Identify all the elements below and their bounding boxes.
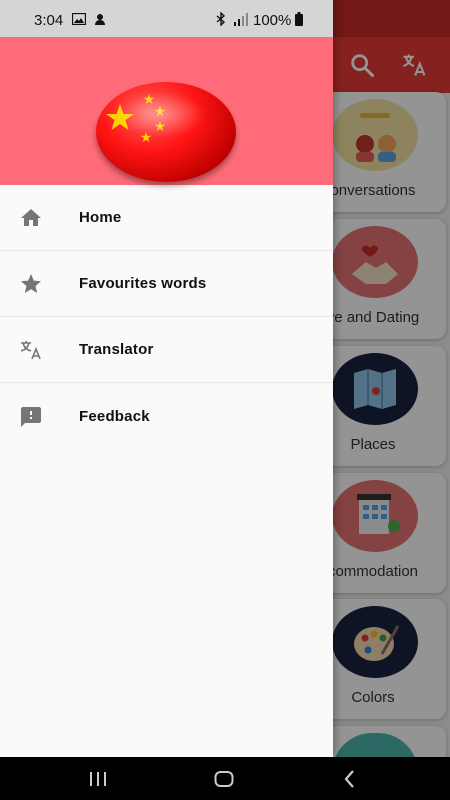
recent-apps-icon[interactable]	[87, 768, 109, 790]
drawer-header	[0, 37, 333, 185]
china-flag-icon	[96, 82, 236, 182]
battery-percentage: 100%	[253, 12, 292, 29]
back-icon[interactable]	[339, 768, 361, 790]
drawer-item-label: Home	[79, 209, 122, 226]
flag-shine	[116, 92, 206, 137]
drawer-item-label: Translator	[79, 341, 154, 358]
drawer-item-label: Feedback	[79, 408, 150, 425]
star-icon	[21, 274, 41, 293]
home-icon	[21, 209, 41, 226]
feedback-icon	[21, 407, 41, 427]
status-bar: 3:04 100%	[0, 0, 333, 37]
navigation-drawer: Home Favourites words Translator Feedbac…	[0, 0, 333, 757]
status-time: 3:04	[34, 12, 64, 29]
drawer-item-label: Favourites words	[79, 275, 207, 292]
signal-icon	[234, 13, 248, 26]
bluetooth-icon	[216, 12, 226, 26]
drawer-item-translator[interactable]: Translator	[0, 317, 333, 383]
system-nav-bar	[0, 757, 450, 800]
image-notification-icon	[72, 13, 86, 25]
battery-icon	[295, 12, 303, 26]
drawer-item-favourites[interactable]: Favourites words	[0, 251, 333, 317]
home-nav-icon[interactable]	[213, 768, 235, 790]
drawer-item-home[interactable]: Home	[0, 185, 333, 251]
app-notification-icon	[95, 14, 105, 25]
drawer-item-feedback[interactable]: Feedback	[0, 384, 333, 450]
translate-icon	[20, 341, 41, 360]
